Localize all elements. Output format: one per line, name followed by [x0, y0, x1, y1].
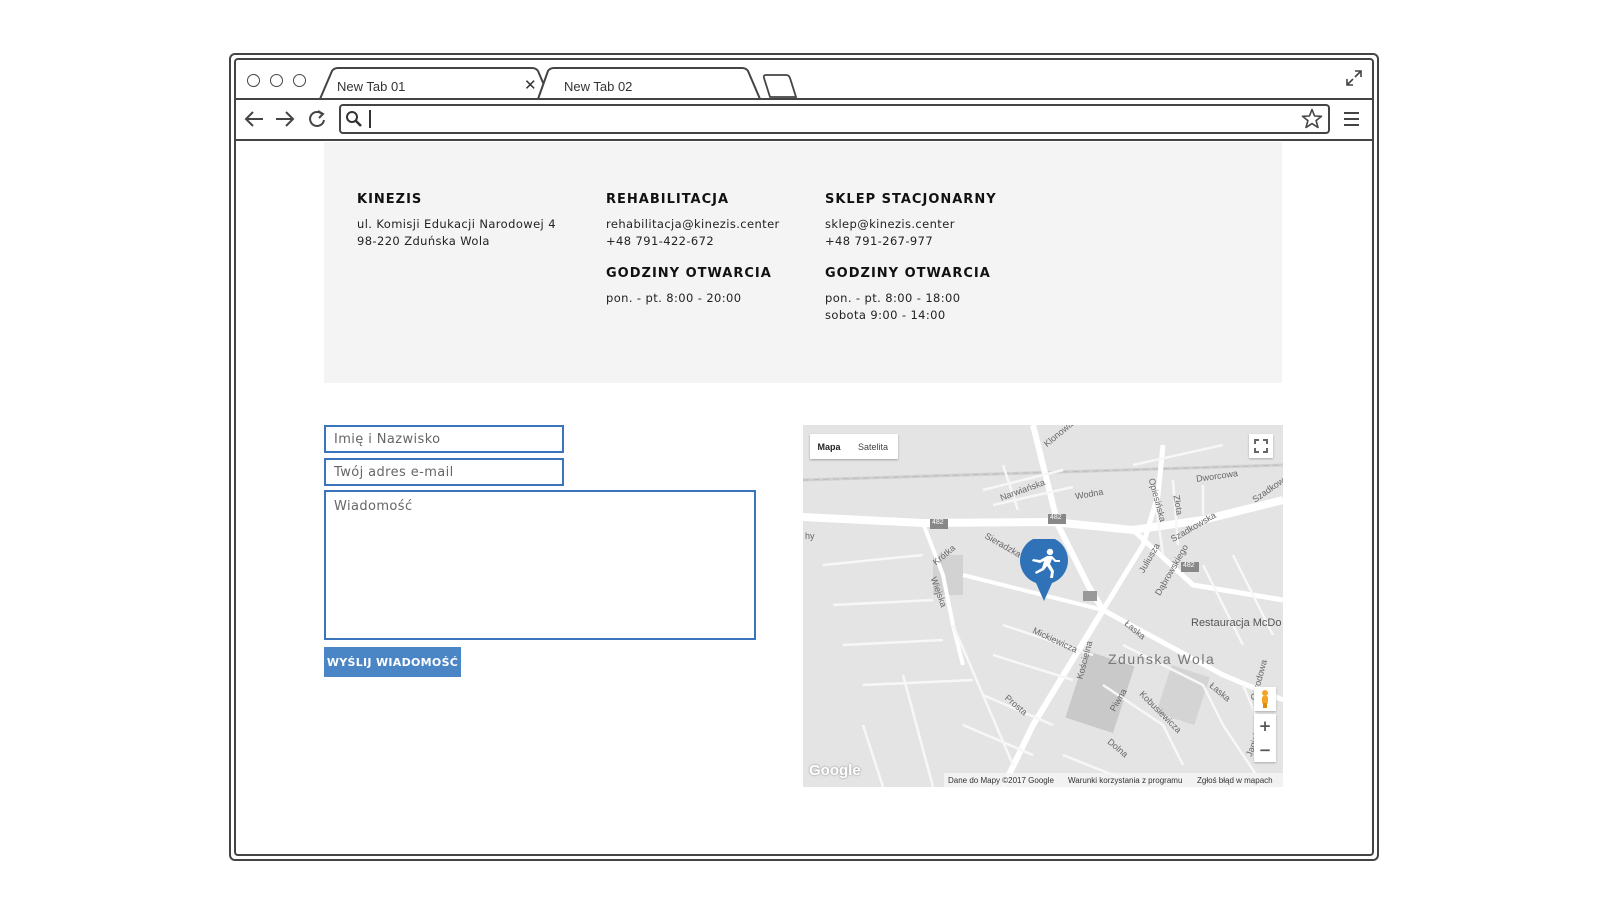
map-fullscreen-icon — [1254, 439, 1268, 453]
street-view-button[interactable] — [1254, 687, 1276, 711]
message-placeholder: Wiadomość — [334, 499, 413, 514]
tab-1-label[interactable]: New Tab 01 — [337, 79, 405, 94]
map-data-attribution: Dane do Mapy ©2017 Google — [948, 776, 1054, 785]
map-type-map-button[interactable]: Mapa — [810, 434, 848, 459]
kinezis-title: KINEZIS — [357, 192, 423, 207]
rehab-hours-title: GODZINY OTWARCIA — [606, 266, 772, 281]
rehab-title: REHABILITACJA — [606, 192, 730, 207]
road-badge-482: 482 — [1050, 514, 1062, 521]
email-placeholder: Twój adres e-mail — [334, 465, 454, 480]
text-caret — [369, 110, 371, 128]
contact-info-panel — [324, 142, 1282, 383]
tabstrip-divider — [234, 98, 1374, 100]
map-terms-link[interactable]: Warunki korzystania z programu — [1068, 776, 1182, 785]
send-message-button[interactable]: WYŚLIJ WIADOMOŚĆ — [324, 647, 461, 677]
zoom-out-button[interactable]: − — [1254, 738, 1276, 762]
zoom-control: + − — [1254, 714, 1276, 762]
back-arrow-icon[interactable] — [243, 110, 265, 128]
name-placeholder: Imię i Nazwisko — [334, 432, 441, 447]
map-fullscreen-button[interactable] — [1249, 434, 1273, 458]
street-label: hy — [805, 531, 815, 541]
rehab-phone[interactable]: +48 791-422-672 — [606, 233, 714, 250]
google-logo[interactable]: Google — [809, 762, 861, 779]
rehab-hours: pon. - pt. 8:00 - 20:00 — [606, 291, 742, 305]
shop-phone[interactable]: +48 791-267-977 — [825, 233, 933, 250]
shop-hours-title: GODZINY OTWARCIA — [825, 266, 991, 281]
bookmark-star-icon[interactable] — [1301, 108, 1323, 130]
poi-label: Restauracja McDo — [1191, 617, 1282, 629]
google-map[interactable]: 482 482 482 Klonowa Narwiańska Wodna Dwo… — [803, 425, 1283, 787]
road-badge-482: 482 — [1183, 562, 1195, 569]
new-tab-button[interactable] — [773, 73, 813, 97]
message-textarea[interactable]: Wiadomość — [324, 490, 756, 640]
reload-icon[interactable] — [307, 109, 327, 129]
address-line-2: 98-220 Zduńska Wola — [357, 234, 490, 248]
city-label: Zduńska Wola — [1108, 651, 1216, 667]
email-input[interactable]: Twój adres e-mail — [324, 458, 564, 486]
pegman-icon — [1262, 690, 1268, 708]
road-badge-482: 482 — [932, 519, 944, 526]
shop-hours-weekdays: pon. - pt. 8:00 - 18:00 — [825, 291, 961, 305]
zoom-in-button[interactable]: + — [1254, 714, 1276, 738]
toolbar-divider — [234, 139, 1374, 141]
forward-arrow-icon[interactable] — [274, 110, 296, 128]
shop-hours-saturday: sobota 9:00 - 14:00 — [825, 308, 946, 322]
map-report-link[interactable]: Zgłoś błąd w mapach — [1197, 776, 1273, 785]
rehab-email[interactable]: rehabilitacja@kinezis.center — [606, 216, 780, 233]
location-marker-icon[interactable] — [1019, 539, 1069, 603]
map-type-control: Mapa Satelita — [810, 434, 898, 459]
tab-2-label[interactable]: New Tab 02 — [564, 79, 632, 94]
address-bar[interactable] — [339, 104, 1330, 134]
map-type-satellite-button[interactable]: Satelita — [848, 434, 898, 459]
shop-email[interactable]: sklep@kinezis.center — [825, 216, 955, 233]
shop-title: SKLEP STACJONARNY — [825, 192, 997, 207]
menu-icon[interactable] — [1343, 111, 1360, 127]
search-icon — [346, 111, 362, 127]
tab-close-icon[interactable]: ✕ — [524, 78, 537, 93]
name-input[interactable]: Imię i Nazwisko — [324, 425, 564, 453]
address-line-1: ul. Komisji Edukacji Narodowej 4 — [357, 217, 556, 231]
fullscreen-icon[interactable] — [1345, 69, 1363, 87]
